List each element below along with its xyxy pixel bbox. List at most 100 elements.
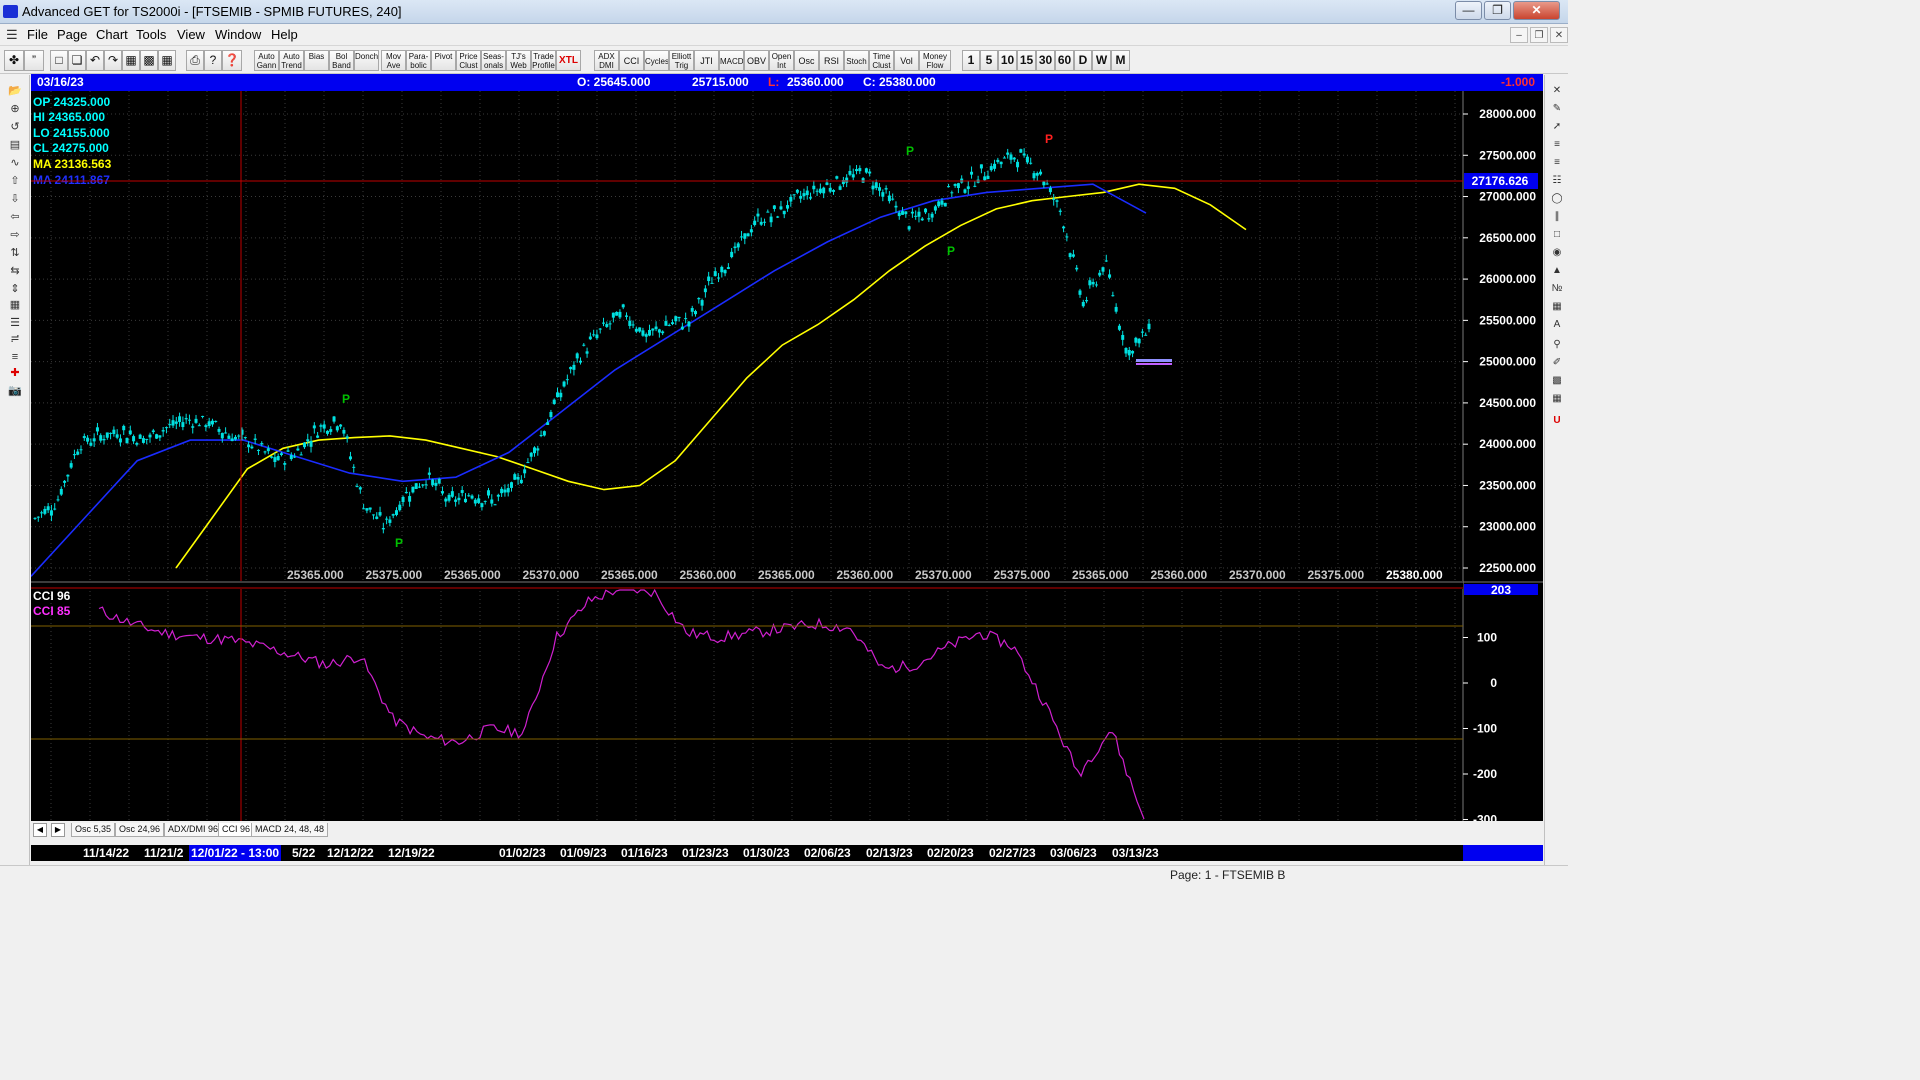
expand-icon[interactable]: ⇆: [4, 263, 26, 279]
money-flow-button[interactable]: Money Flow: [919, 50, 951, 71]
snapshot-icon[interactable]: 📷: [4, 383, 26, 399]
menu-page[interactable]: Page: [57, 27, 87, 42]
cycles-button[interactable]: Cycles: [644, 50, 669, 71]
menu-tools[interactable]: Tools: [136, 27, 166, 42]
auto-gann-button[interactable]: Auto Gann: [254, 50, 279, 71]
tab-scroll-left-icon[interactable]: ◀: [33, 823, 47, 837]
ellipse-icon[interactable]: ◉: [1548, 245, 1566, 261]
mov-ave-button[interactable]: Mov Ave: [381, 50, 406, 71]
osc-button[interactable]: Osc: [794, 50, 819, 71]
menu-help[interactable]: Help: [271, 27, 298, 42]
seasonals-button[interactable]: Seas- onals: [481, 50, 506, 71]
pti-label-icon[interactable]: №: [1548, 281, 1566, 297]
lines-icon[interactable]: ☰: [4, 315, 26, 331]
fib-icon[interactable]: ≡: [4, 349, 26, 365]
maximize-button[interactable]: ❐: [1484, 1, 1511, 20]
template-icon[interactable]: ▦: [1548, 391, 1566, 407]
pivot-button[interactable]: Pivot: [431, 50, 456, 71]
interval-d-button[interactable]: D: [1074, 50, 1092, 71]
menu-file[interactable]: File: [27, 27, 48, 42]
reset-icon[interactable]: ↺: [4, 119, 26, 135]
stoch-button[interactable]: Stoch: [844, 50, 869, 71]
tab-osc-24-96[interactable]: Osc 24,96: [115, 823, 165, 837]
mdi-restore-button[interactable]: ❐: [1530, 27, 1548, 43]
time-clust-button[interactable]: Time Clust: [869, 50, 894, 71]
copy-icon[interactable]: ❏: [68, 50, 86, 71]
close-button[interactable]: ✕: [1513, 1, 1560, 20]
back-icon[interactable]: ↶: [86, 50, 104, 71]
fib-ret-icon[interactable]: ≡: [1548, 137, 1566, 153]
mdi-minimize-button[interactable]: –: [1510, 27, 1528, 43]
tjs-web-button[interactable]: TJ's Web: [506, 50, 531, 71]
menu-window[interactable]: Window: [215, 27, 261, 42]
donch-button[interactable]: Donch: [354, 50, 379, 71]
pencil-icon[interactable]: ✎: [1548, 101, 1566, 117]
minimize-button[interactable]: —: [1455, 1, 1482, 20]
circle-icon[interactable]: ◯: [1548, 191, 1566, 207]
cursor-pen-icon[interactable]: ✐: [1548, 355, 1566, 371]
vol-button[interactable]: Vol: [894, 50, 919, 71]
price-clust-button[interactable]: Price Clust: [456, 50, 481, 71]
arrow-left-icon[interactable]: ⇦: [4, 209, 26, 225]
interval-1-button[interactable]: 1: [962, 50, 980, 71]
interval-m-button[interactable]: M: [1111, 50, 1130, 71]
pointer-tool-icon[interactable]: ✤: [4, 50, 24, 71]
jti-button[interactable]: JTI: [694, 50, 719, 71]
tab-osc-5-35[interactable]: Osc 5,35: [71, 823, 116, 837]
interval-30-button[interactable]: 30: [1036, 50, 1055, 71]
mob-icon[interactable]: ▦: [1548, 299, 1566, 315]
menu-chart[interactable]: Chart: [96, 27, 128, 42]
zoom-in-icon[interactable]: ⊕: [4, 101, 26, 117]
xtl-button[interactable]: XTL: [556, 50, 581, 71]
bias-button[interactable]: Bias: [304, 50, 329, 71]
interval-w-button[interactable]: W: [1092, 50, 1111, 71]
text-tool-icon[interactable]: A: [1548, 317, 1566, 333]
forward-icon[interactable]: ↷: [104, 50, 122, 71]
cci-button[interactable]: CCI: [619, 50, 644, 71]
mdi-close-button[interactable]: ✕: [1550, 27, 1568, 43]
scale-icon[interactable]: ⇕: [4, 281, 26, 297]
grid-icon[interactable]: ▩: [140, 50, 158, 71]
auto-trend-button[interactable]: Auto Trend: [279, 50, 304, 71]
box-icon[interactable]: □: [1548, 227, 1566, 243]
arrow-down-icon[interactable]: ⇩: [4, 191, 26, 207]
layout-icon[interactable]: ▦: [122, 50, 140, 71]
fib-ext-icon[interactable]: ≡: [1548, 155, 1566, 171]
price-chart[interactable]: 28000.000 27500.000 27000.000 26500.000 2600…: [31, 91, 1543, 821]
bol-band-button[interactable]: Bol Band: [329, 50, 354, 71]
adx-dmi-button[interactable]: ADX DMI: [594, 50, 619, 71]
menu-view[interactable]: View: [177, 27, 205, 42]
interval-5-button[interactable]: 5: [980, 50, 998, 71]
study-icon[interactable]: ▤: [4, 137, 26, 153]
interval-10-button[interactable]: 10: [998, 50, 1017, 71]
grid-toggle-icon[interactable]: ▦: [4, 297, 26, 313]
macd-button[interactable]: MACD: [719, 50, 744, 71]
parabolic-button[interactable]: Para- bolic: [406, 50, 431, 71]
elliott-trig-button[interactable]: Elliott Trig: [669, 50, 694, 71]
rsi-button[interactable]: RSI: [819, 50, 844, 71]
elliott-icon[interactable]: ∿: [4, 155, 26, 171]
tab-cci-96[interactable]: CCI 96: [218, 823, 255, 837]
crosshair-icon[interactable]: ✚: [4, 365, 26, 381]
compress-icon[interactable]: ⇅: [4, 245, 26, 261]
open-int-button[interactable]: Open Int: [769, 50, 794, 71]
open-folder-icon[interactable]: 📂: [4, 83, 26, 99]
quote-tool-icon[interactable]: ”: [24, 50, 44, 71]
tab-macd[interactable]: MACD 24, 48, 48: [251, 823, 329, 837]
interval-60-button[interactable]: 60: [1055, 50, 1074, 71]
price-axis[interactable]: [1463, 91, 1543, 581]
trendline-icon[interactable]: ➚: [1548, 119, 1566, 135]
table-icon[interactable]: ▦: [158, 50, 176, 71]
arrow-up-icon[interactable]: ⇧: [4, 173, 26, 189]
tab-adx-dmi[interactable]: ADX/DMI 96: [164, 823, 223, 837]
undo-icon[interactable]: U: [1548, 413, 1566, 429]
delete-icon[interactable]: ✕: [1548, 83, 1566, 99]
obv-button[interactable]: OBV: [744, 50, 769, 71]
magnifier-icon[interactable]: ⚲: [1548, 337, 1566, 353]
channel-icon[interactable]: ∥: [1548, 209, 1566, 225]
pti-icon[interactable]: ▲: [1548, 263, 1566, 279]
interval-15-button[interactable]: 15: [1017, 50, 1036, 71]
fib-time-icon[interactable]: ☷: [1548, 173, 1566, 189]
arrow-right-icon[interactable]: ⇨: [4, 227, 26, 243]
trade-profile-button[interactable]: Trade Profile: [531, 50, 556, 71]
